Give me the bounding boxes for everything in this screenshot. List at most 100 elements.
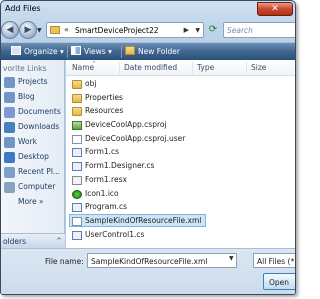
favorite-links-header: vorite Links — [3, 64, 47, 73]
column-separator[interactable] — [119, 62, 120, 74]
file-row[interactable]: DeviceCoolApp.csproj — [66, 118, 295, 132]
downloads-icon — [4, 122, 15, 133]
folder-icon — [4, 92, 15, 103]
file-row[interactable]: DeviceCoolApp.csproj.user — [66, 132, 295, 146]
search-input[interactable]: Search — [223, 22, 295, 38]
file-row[interactable]: Program.cs — [66, 200, 295, 214]
sidebar-item-blog[interactable]: Blog — [1, 90, 65, 105]
folder-icon — [4, 137, 15, 148]
file-name-text: DeviceCoolApp.csproj — [85, 120, 167, 130]
file-name-cell[interactable]: Form1.cs — [69, 145, 124, 158]
sidebar-item-documents[interactable]: Documents — [1, 105, 65, 120]
toolbar-separator — [121, 46, 122, 58]
sidebar-item-work[interactable]: Work — [1, 135, 65, 150]
cs-file-icon — [72, 230, 82, 240]
column-separator[interactable] — [192, 62, 193, 74]
column-separator[interactable] — [246, 62, 247, 74]
recent-pages-dropdown-icon[interactable]: ▼ — [37, 27, 42, 34]
file-name-text: Icon1.ico — [85, 188, 119, 198]
file-name-cell[interactable]: obj — [69, 77, 101, 90]
sort-ascending-icon: ^ — [92, 61, 97, 67]
views-button[interactable]: Views ▾ — [71, 46, 112, 58]
forward-button[interactable]: ▶ — [19, 21, 37, 39]
refresh-icon[interactable]: ⟳ — [205, 22, 221, 38]
sidebar-item-projects[interactable]: Projects — [1, 75, 65, 90]
file-name-cell[interactable]: SampleKindOfResourceFile.xml — [69, 213, 207, 227]
column-header-type[interactable]: Type — [197, 63, 214, 72]
file-name-label: File name: — [45, 257, 84, 266]
file-name-text: Resources — [85, 106, 124, 116]
organize-button[interactable]: Organize ▾ — [11, 46, 64, 58]
file-name-input[interactable]: SampleKindOfResourceFile.xml — [87, 253, 237, 268]
file-name-text: UserControl1.cs — [85, 229, 145, 239]
file-name-text: DeviceCoolApp.csproj.user — [85, 133, 186, 143]
file-type-filter[interactable]: All Files (*.*) — [253, 253, 295, 268]
column-header-name[interactable]: Name ^ — [72, 61, 97, 72]
sidebar-item-computer[interactable]: Computer — [1, 180, 65, 195]
file-row[interactable]: obj — [66, 77, 295, 91]
new-folder-button[interactable]: New Folder — [125, 46, 180, 58]
add-files-dialog: Add Files ✕ ◀ ▶ ▼ « SmartDeviceProject22… — [0, 0, 296, 295]
sidebar-item-label: Computer — [18, 182, 56, 191]
file-row[interactable]: Resources — [66, 104, 295, 118]
sidebar-item-label: Blog — [18, 92, 35, 101]
file-row[interactable]: Form1.Designer.cs — [66, 159, 295, 173]
column-header-size[interactable]: Size — [251, 63, 266, 72]
sidebar-item-desktop[interactable]: Desktop — [1, 150, 65, 165]
csproj-icon — [72, 121, 82, 131]
recent-places-icon — [4, 167, 15, 178]
file-row[interactable]: SampleKindOfResourceFile.xml — [66, 213, 295, 228]
file-row[interactable]: Icon1.ico — [66, 187, 295, 201]
file-name-text: SampleKindOfResourceFile.xml — [85, 215, 202, 225]
file-name-cell[interactable]: DeviceCoolApp.csproj — [69, 118, 172, 131]
folders-toggle[interactable]: olders ^ — [1, 233, 65, 248]
file-row[interactable]: Form1.cs — [66, 145, 295, 159]
breadcrumb-overflow-chevron[interactable]: « — [64, 25, 69, 34]
file-row[interactable]: Form1.resx — [66, 173, 295, 187]
new-folder-label: New Folder — [138, 47, 180, 56]
file-name-cell[interactable]: UserControl1.cs — [69, 228, 149, 241]
document-icon — [72, 134, 82, 144]
file-row[interactable]: UserControl1.cs — [66, 228, 295, 242]
folder-icon — [72, 80, 82, 89]
file-name-cell[interactable]: Form1.resx — [69, 173, 132, 186]
views-label: Views ▾ — [84, 47, 112, 56]
breadcrumb-arrow-icon[interactable]: ▶ — [184, 26, 189, 34]
folders-label: olders — [3, 237, 27, 246]
file-row[interactable]: Properties — [66, 91, 295, 105]
folder-icon — [4, 77, 15, 88]
navigation-pane: vorite Links Projects Blog Documents Downlo… — [1, 60, 65, 248]
address-bar[interactable]: « SmartDeviceProject22 ▶ ▼ — [46, 22, 204, 38]
dialog-footer: File name: SampleKindOfResourceFile.xml … — [1, 248, 295, 294]
organize-icon — [11, 46, 21, 55]
breadcrumb-current-folder[interactable]: SmartDeviceProject22 — [75, 26, 159, 35]
chevron-up-icon: ^ — [56, 237, 62, 245]
title-bar[interactable]: Add Files ✕ — [1, 1, 295, 17]
file-name-cell[interactable]: DeviceCoolApp.csproj.user — [69, 132, 190, 145]
views-icon — [71, 46, 81, 55]
navigation-bar: ◀ ▶ ▼ « SmartDeviceProject22 ▶ ▼ ⟳ Searc… — [1, 18, 295, 42]
column-header-date-modified[interactable]: Date modified — [124, 63, 177, 72]
address-dropdown-icon[interactable]: ▼ — [195, 27, 200, 34]
sidebar-item-recent-pl[interactable]: Recent Pl... — [1, 165, 65, 180]
column-headers: Name ^ Date modified Type Size — [66, 60, 295, 76]
command-toolbar: Organize ▾ Views ▾ New Folder — [1, 42, 295, 60]
sidebar-item-label: Desktop — [18, 152, 49, 161]
folder-icon — [72, 93, 82, 103]
sidebar-item-label: More » — [18, 197, 44, 206]
file-name-cell[interactable]: Form1.Designer.cs — [69, 159, 159, 172]
close-button[interactable]: ✕ — [257, 2, 293, 16]
file-name-dropdown-icon[interactable]: ▼ — [229, 255, 234, 262]
file-name-cell[interactable]: Icon1.ico — [69, 187, 124, 200]
file-name-cell[interactable]: Program.cs — [69, 200, 132, 213]
cs-file-icon — [72, 203, 82, 213]
file-name-text: Program.cs — [85, 202, 128, 212]
file-name-cell[interactable]: Resources — [69, 104, 128, 117]
sidebar-item-more[interactable]: More » — [1, 195, 65, 210]
folder-icon — [72, 107, 82, 117]
file-name-text: Form1.cs — [85, 147, 120, 157]
back-button[interactable]: ◀ — [1, 21, 19, 39]
open-button[interactable]: Open — [263, 273, 295, 290]
file-name-cell[interactable]: Properties — [69, 91, 128, 104]
sidebar-item-downloads[interactable]: Downloads — [1, 120, 65, 135]
